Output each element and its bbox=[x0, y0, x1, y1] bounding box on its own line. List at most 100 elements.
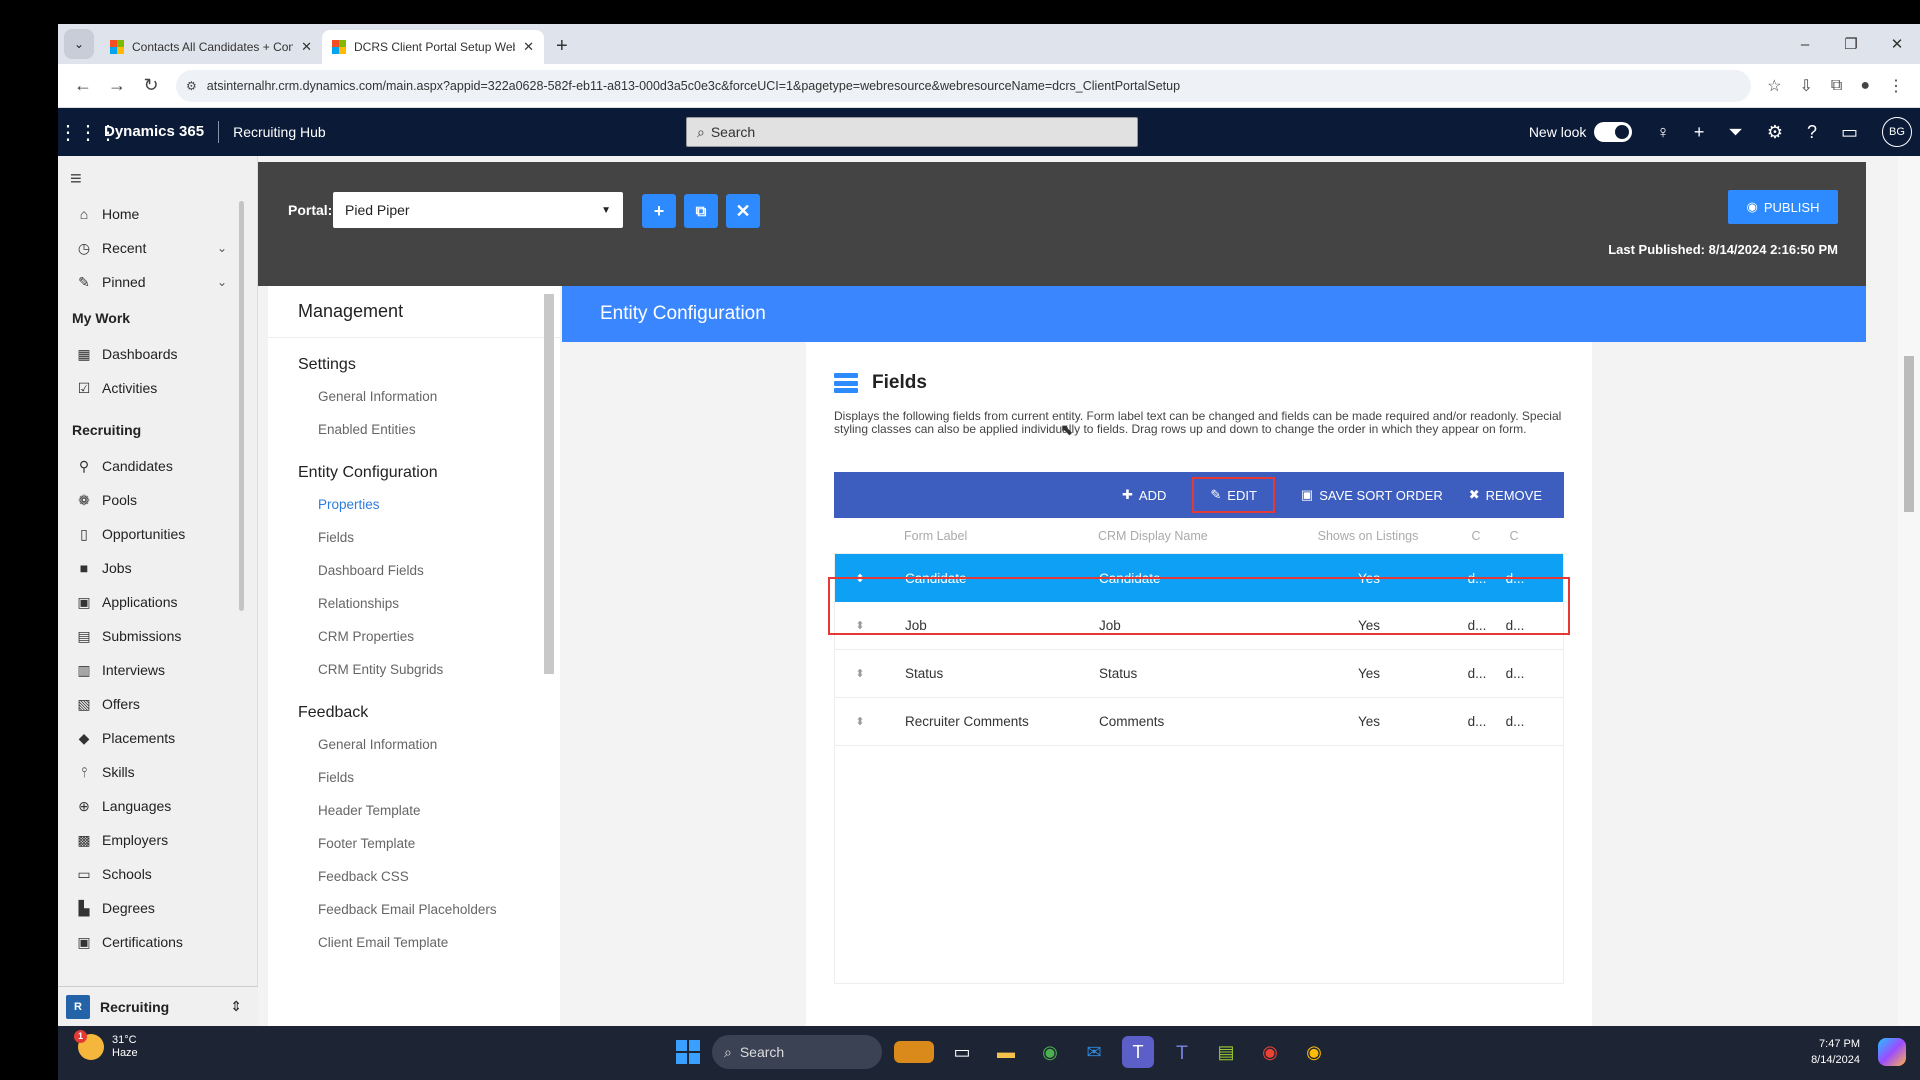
drag-handle-icon[interactable]: ⬍ bbox=[835, 667, 885, 680]
column-crm-display-name[interactable]: CRM Display Name bbox=[1078, 529, 1278, 543]
nav-submissions[interactable]: ▤ Submissions bbox=[58, 619, 257, 653]
nav-skills[interactable]: ⫯ Skills bbox=[58, 755, 257, 789]
copy-portal-button[interactable]: ⧉ bbox=[684, 194, 718, 228]
global-search-input[interactable]: ⌕ Search bbox=[686, 117, 1138, 147]
add-field-button[interactable]: ✚ ADD bbox=[1122, 487, 1166, 503]
brand-name[interactable]: Dynamics 365 bbox=[104, 121, 220, 143]
document-app-icon[interactable]: ▤ bbox=[1210, 1036, 1242, 1068]
menu-feedback-email-placeholders[interactable]: Feedback Email Placeholders bbox=[268, 893, 560, 926]
restore-icon[interactable]: ❐ bbox=[1828, 35, 1874, 53]
weather-widget[interactable]: 1 31°C Haze bbox=[74, 1030, 138, 1060]
nav-placements[interactable]: ◆ Placements bbox=[58, 721, 257, 755]
chat-icon[interactable]: ▭ bbox=[1841, 122, 1858, 143]
nav-opportunities[interactable]: ▯ Opportunities bbox=[58, 517, 257, 551]
toggle-switch[interactable] bbox=[1594, 122, 1633, 142]
settings-gear-icon[interactable]: ⚙ bbox=[1767, 122, 1783, 143]
forward-icon[interactable]: → bbox=[100, 75, 134, 96]
teams-icon[interactable]: T bbox=[1122, 1036, 1154, 1068]
back-icon[interactable]: ← bbox=[66, 75, 100, 96]
nav-schools[interactable]: ▭ Schools bbox=[58, 857, 257, 891]
drag-handle-icon[interactable]: ⬍ bbox=[835, 715, 885, 728]
page-scrollbar[interactable] bbox=[1898, 156, 1920, 1026]
outlook-icon[interactable]: ✉ bbox=[1078, 1036, 1110, 1068]
widgets-icon[interactable] bbox=[894, 1041, 934, 1063]
menu-dashboard-fields[interactable]: Dashboard Fields bbox=[268, 554, 560, 587]
tab-search-chevron-icon[interactable]: ⌄ bbox=[64, 29, 94, 59]
close-tab-icon[interactable]: ✕ bbox=[523, 39, 534, 55]
new-tab-icon[interactable]: + bbox=[544, 35, 580, 64]
nav-home[interactable]: ⌂ Home bbox=[58, 197, 257, 231]
sitemap-scrollbar[interactable] bbox=[239, 201, 244, 611]
browser-menu-icon[interactable]: ⋮ bbox=[1888, 76, 1904, 96]
add-portal-button[interactable]: + bbox=[642, 194, 676, 228]
nav-pinned[interactable]: ✎ Pinned ⌄ bbox=[58, 265, 257, 299]
chrome-icon[interactable]: ◉ bbox=[1034, 1036, 1066, 1068]
remove-field-button[interactable]: ✖ REMOVE bbox=[1469, 487, 1542, 503]
system-clock[interactable]: 7:47 PM 8/14/2024 bbox=[1811, 1036, 1860, 1068]
drag-handle-icon[interactable]: ⬍ bbox=[835, 619, 885, 632]
column-shows-on-listings[interactable]: Shows on Listings bbox=[1278, 529, 1458, 543]
management-scrollbar[interactable] bbox=[544, 294, 554, 674]
new-look-toggle[interactable]: New look bbox=[1529, 122, 1633, 142]
menu-header-template[interactable]: Header Template bbox=[268, 794, 560, 827]
nav-employers[interactable]: ▩ Employers bbox=[58, 823, 257, 857]
plus-icon[interactable]: + bbox=[1694, 122, 1705, 143]
nav-recent[interactable]: ◷ Recent ⌄ bbox=[58, 231, 257, 265]
table-row[interactable]: ⬍ Job Job Yes d... d... bbox=[835, 602, 1563, 650]
table-row[interactable]: ⬍ Status Status Yes d... d... bbox=[835, 650, 1563, 698]
app-launcher-icon[interactable]: ⋮⋮⋮ bbox=[58, 120, 118, 145]
nav-dashboards[interactable]: ▦ Dashboards bbox=[58, 337, 257, 371]
app-name[interactable]: Recruiting Hub bbox=[219, 124, 326, 140]
nav-applications[interactable]: ▣ Applications bbox=[58, 585, 257, 619]
user-avatar[interactable]: BG bbox=[1882, 117, 1912, 147]
copilot-icon[interactable] bbox=[1878, 1038, 1906, 1066]
nav-certifications[interactable]: ▣ Certifications bbox=[58, 925, 257, 959]
area-switcher[interactable]: R Recruiting ⇕ bbox=[58, 986, 258, 1026]
menu-fields[interactable]: Fields bbox=[268, 521, 560, 554]
taskbar-search[interactable]: ⌕ Search bbox=[712, 1035, 882, 1069]
extensions-icon[interactable]: ⧉ bbox=[1831, 77, 1842, 95]
nav-offers[interactable]: ▧ Offers bbox=[58, 687, 257, 721]
delete-portal-button[interactable]: ✕ bbox=[726, 194, 760, 228]
address-bar[interactable]: ⚙ atsinternalhr.crm.dynamics.com/main.as… bbox=[176, 69, 1752, 102]
scroll-thumb[interactable] bbox=[1904, 356, 1914, 512]
column-form-label[interactable]: Form Label bbox=[884, 529, 1078, 543]
portal-select[interactable]: Pied Piper ▼ bbox=[333, 192, 623, 228]
teams-classic-icon[interactable]: Ｔ bbox=[1166, 1036, 1198, 1068]
task-view-icon[interactable]: ▭ bbox=[946, 1036, 978, 1068]
nav-candidates[interactable]: ⚲ Candidates bbox=[58, 449, 257, 483]
menu-enabled-entities[interactable]: Enabled Entities bbox=[268, 413, 560, 446]
profile-icon[interactable]: ● bbox=[1860, 77, 1870, 95]
table-row[interactable]: ⬍ Candidate Candidate Yes d... d... bbox=[835, 554, 1563, 602]
nav-degrees[interactable]: ▙ Degrees bbox=[58, 891, 257, 925]
drag-handle-icon[interactable]: ⬍ bbox=[835, 572, 885, 585]
edit-field-button[interactable]: ✎ EDIT bbox=[1192, 477, 1275, 513]
reload-icon[interactable]: ↻ bbox=[134, 75, 168, 96]
menu-properties[interactable]: Properties bbox=[268, 488, 560, 521]
filter-icon[interactable]: ⏷ bbox=[1728, 122, 1742, 143]
close-tab-icon[interactable]: ✕ bbox=[301, 39, 312, 55]
hamburger-menu-icon[interactable]: ≡ bbox=[58, 156, 257, 197]
menu-crm-properties[interactable]: CRM Properties bbox=[268, 620, 560, 653]
close-window-icon[interactable]: ✕ bbox=[1874, 35, 1920, 53]
menu-relationships[interactable]: Relationships bbox=[268, 587, 560, 620]
bookmark-star-icon[interactable]: ☆ bbox=[1767, 76, 1781, 96]
chevron-down-icon[interactable]: ⌄ bbox=[217, 275, 227, 289]
browser-tab-portal-setup[interactable]: DCRS Client Portal Setup Web ✕ bbox=[322, 30, 544, 64]
menu-feedback-general-information[interactable]: General Information bbox=[268, 728, 560, 761]
save-sort-order-button[interactable]: ▣ SAVE SORT ORDER bbox=[1301, 487, 1443, 503]
menu-crm-entity-subgrids[interactable]: CRM Entity Subgrids bbox=[268, 653, 560, 686]
download-icon[interactable]: ⇩ bbox=[1799, 76, 1812, 96]
nav-activities[interactable]: ☑ Activities bbox=[58, 371, 257, 405]
publish-button[interactable]: ◉ PUBLISH bbox=[1728, 190, 1838, 224]
table-row[interactable]: ⬍ Recruiter Comments Comments Yes d... d… bbox=[835, 698, 1563, 746]
site-info-icon[interactable]: ⚙ bbox=[186, 79, 197, 93]
menu-general-information[interactable]: General Information bbox=[268, 380, 560, 413]
table-scrollbar[interactable] bbox=[1551, 554, 1565, 984]
menu-client-email-template[interactable]: Client Email Template bbox=[268, 926, 560, 959]
file-explorer-icon[interactable]: ▬ bbox=[990, 1036, 1022, 1068]
browser-tab-contacts[interactable]: Contacts All Candidates + Cont ✕ bbox=[100, 30, 322, 64]
menu-feedback-fields[interactable]: Fields bbox=[268, 761, 560, 794]
lightbulb-icon[interactable]: ♀ bbox=[1656, 122, 1670, 143]
chrome-profile-icon[interactable]: ◉ bbox=[1254, 1036, 1286, 1068]
